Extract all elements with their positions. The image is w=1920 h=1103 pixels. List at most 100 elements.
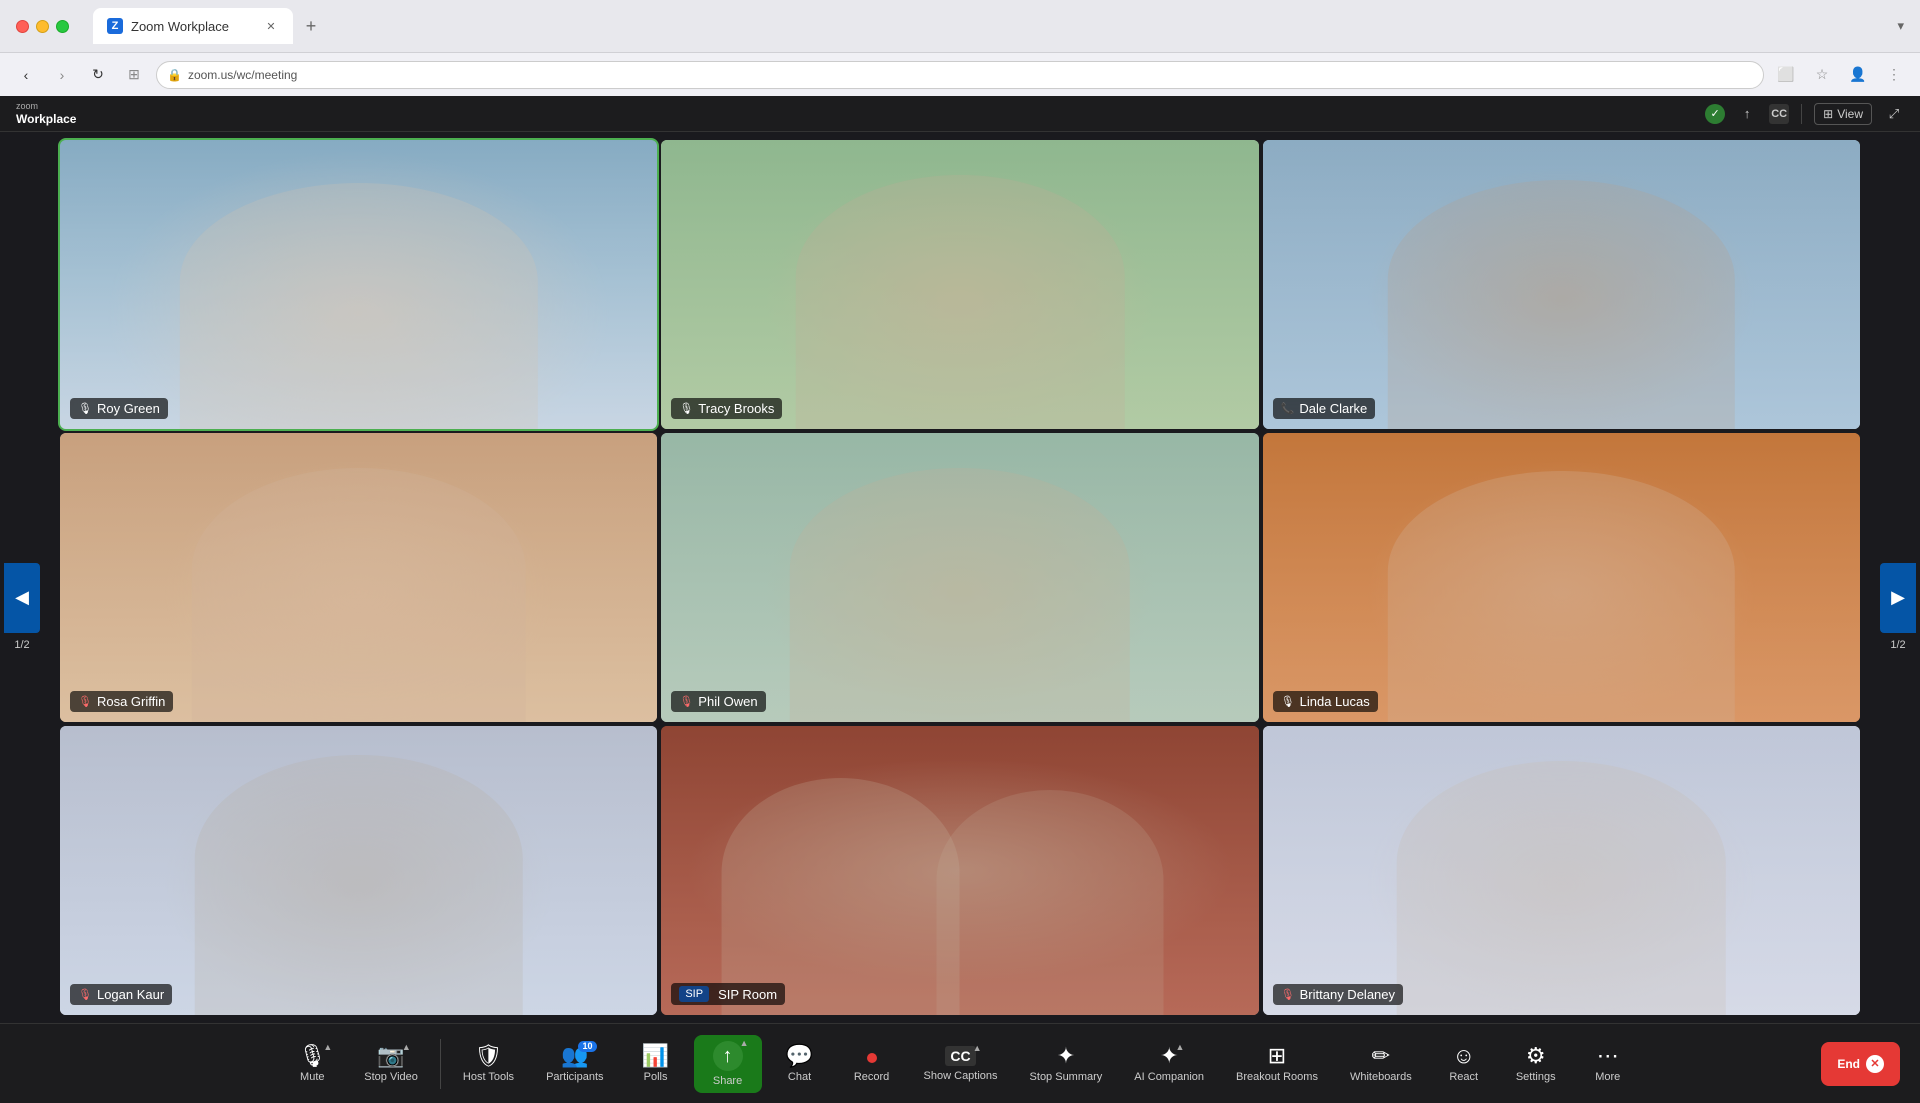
whiteboards-button[interactable]: ✏ Whiteboards [1336,1039,1426,1089]
video-grid-container: 🎙 Roy Green 🎙 Tracy Brooks [0,132,1920,1023]
participant-name-logan: Logan Kaur [97,987,164,1002]
sip-badge: SIP [679,986,709,1002]
fullscreen-icon[interactable]: ⤢ [1884,104,1904,124]
browser-dropdown[interactable]: ▾ [1897,18,1904,34]
zoom-app: zoom Workplace ✓ ↑ CC ⊞ View ⤢ ◀ 1/2 [0,96,1920,1103]
mute-button[interactable]: 🎙 ▲ Mute [278,1039,346,1089]
zoom-toolbar: 🎙 ▲ Mute 📷 ▲ Stop Video 🛡 Host Tools [0,1023,1920,1103]
zoom-logo-top: zoom [16,101,76,112]
react-label: React [1449,1071,1478,1083]
participant-name-phil: Phil Owen [698,694,757,709]
extensions-button[interactable]: ⊞ [120,61,148,89]
record-label: Record [854,1071,889,1083]
breakout-rooms-icon: ⊞ [1268,1045,1286,1067]
video-grid: 🎙 Roy Green 🎙 Tracy Brooks [60,140,1860,1015]
address-bar[interactable]: 🔒 zoom.us/wc/meeting [156,61,1764,89]
end-meeting-button[interactable]: End ✕ [1821,1042,1900,1086]
whiteboards-icon: ✏ [1372,1045,1390,1067]
name-tag-sip-room: SIP SIP Room [671,983,785,1005]
polls-button[interactable]: 📊 Polls [622,1039,690,1089]
polls-label: Polls [644,1071,668,1083]
stop-video-icon: 📷 ▲ [377,1045,404,1067]
name-tag-rosa-griffin: 🎙 Rosa Griffin [70,691,173,712]
react-icon: ☺ [1452,1045,1474,1067]
next-page-button[interactable]: ▶ 1/2 [1880,563,1916,633]
participants-count-badge: 10 [578,1041,596,1052]
name-tag-linda-lucas: 🎙 Linda Lucas [1273,691,1378,712]
captions-icon[interactable]: CC [1769,104,1789,124]
stop-summary-label: Stop Summary [1030,1071,1103,1083]
profile-button[interactable]: 👤 [1844,61,1872,89]
browser-menu-button[interactable]: ⋮ [1880,61,1908,89]
browser-nav-bar: ‹ › ↻ ⊞ 🔒 zoom.us/wc/meeting ⬜ ☆ 👤 ⋮ [0,52,1920,96]
close-window-button[interactable] [16,20,29,33]
react-button[interactable]: ☺ React [1430,1039,1498,1089]
tab-bar: Z Zoom Workplace ✕ + [93,8,1885,44]
participants-label: Participants [546,1071,603,1083]
chat-button[interactable]: 💬 Chat [766,1039,834,1089]
name-tag-phil-owen: 🎙 Phil Owen [671,691,765,712]
name-tag-roy-green: 🎙 Roy Green [70,398,168,419]
zoom-main-area: ◀ 1/2 🎙 Roy Green [0,132,1920,1103]
more-button[interactable]: ⋯ More [1574,1039,1642,1089]
stop-video-button[interactable]: 📷 ▲ Stop Video [350,1039,432,1089]
bookmark-button[interactable]: ☆ [1808,61,1836,89]
mic-active-icon: 🎙 [78,402,92,415]
chat-icon: 💬 [786,1045,813,1067]
name-tag-dale-clarke: 📞 Dale Clarke [1273,398,1376,419]
mic-muted-icon-2: 🎙 [679,695,693,708]
browser-tab-active[interactable]: Z Zoom Workplace ✕ [93,8,293,44]
network-icon[interactable]: ↑ [1737,104,1757,124]
right-arrow-icon: ▶ [1891,587,1905,608]
show-captions-button[interactable]: CC ▲ Show Captions [910,1040,1012,1088]
save-tab-icon[interactable]: ⬜ [1772,61,1800,89]
polls-icon: 📊 [642,1045,669,1067]
more-label: More [1595,1071,1620,1083]
participants-button[interactable]: 👥 10 Participants [532,1039,617,1089]
prev-page-button[interactable]: ◀ 1/2 [4,563,40,633]
video-cell-brittany-delaney: 🎙 Brittany Delaney [1263,726,1860,1015]
stop-summary-button[interactable]: ✦ Stop Summary [1016,1039,1117,1089]
record-button[interactable]: Record [838,1039,906,1089]
view-button[interactable]: ⊞ View [1814,103,1872,125]
captions-chevron[interactable]: ▲ [973,1044,982,1053]
name-tag-logan-kaur: 🎙 Logan Kaur [70,984,172,1005]
video-cell-phil-owen: 🎙 Phil Owen [661,433,1258,722]
breakout-rooms-button[interactable]: ⊞ Breakout Rooms [1222,1039,1332,1089]
settings-label: Settings [1516,1071,1556,1083]
phone-icon: 📞 [1281,402,1295,415]
minimize-window-button[interactable] [36,20,49,33]
refresh-button[interactable]: ↻ [84,61,112,89]
mute-chevron[interactable]: ▲ [323,1043,332,1052]
host-tools-button[interactable]: 🛡 Host Tools [449,1039,528,1089]
participant-name-roy: Roy Green [97,401,160,416]
maximize-window-button[interactable] [56,20,69,33]
mic-active-icon-3: 🎙 [1281,695,1295,708]
video-cell-sip-room: SIP SIP Room [661,726,1258,1015]
name-tag-tracy-brooks: 🎙 Tracy Brooks [671,398,782,419]
video-cell-dale-clarke: 📞 Dale Clarke [1263,140,1860,429]
zoom-header: zoom Workplace ✓ ↑ CC ⊞ View ⤢ [0,96,1920,132]
new-tab-button[interactable]: + [297,12,325,40]
zoom-logo-bottom: Workplace [16,112,76,126]
show-captions-label: Show Captions [924,1070,998,1082]
settings-button[interactable]: ⚙ Settings [1502,1039,1570,1089]
share-label: Share [713,1075,742,1087]
browser-titlebar: Z Zoom Workplace ✕ + ▾ [0,0,1920,52]
forward-button[interactable]: › [48,61,76,89]
participant-name-rosa: Rosa Griffin [97,694,165,709]
view-label: View [1837,107,1863,121]
ai-companion-button[interactable]: ✦ ▲ AI Companion [1120,1039,1218,1089]
ai-companion-label: AI Companion [1134,1071,1204,1083]
tab-favicon: Z [107,18,123,34]
tab-close-button[interactable]: ✕ [263,18,279,34]
security-shield-icon[interactable]: ✓ [1705,104,1725,124]
share-chevron[interactable]: ▲ [740,1039,749,1048]
back-button[interactable]: ‹ [12,61,40,89]
stop-summary-icon: ✦ [1057,1045,1075,1067]
share-button[interactable]: ↑ ▲ Share [694,1035,762,1093]
companion-chevron[interactable]: ▲ [1175,1043,1184,1052]
video-chevron[interactable]: ▲ [402,1043,411,1052]
participant-name-dale: Dale Clarke [1299,401,1367,416]
stop-video-label: Stop Video [364,1071,418,1083]
